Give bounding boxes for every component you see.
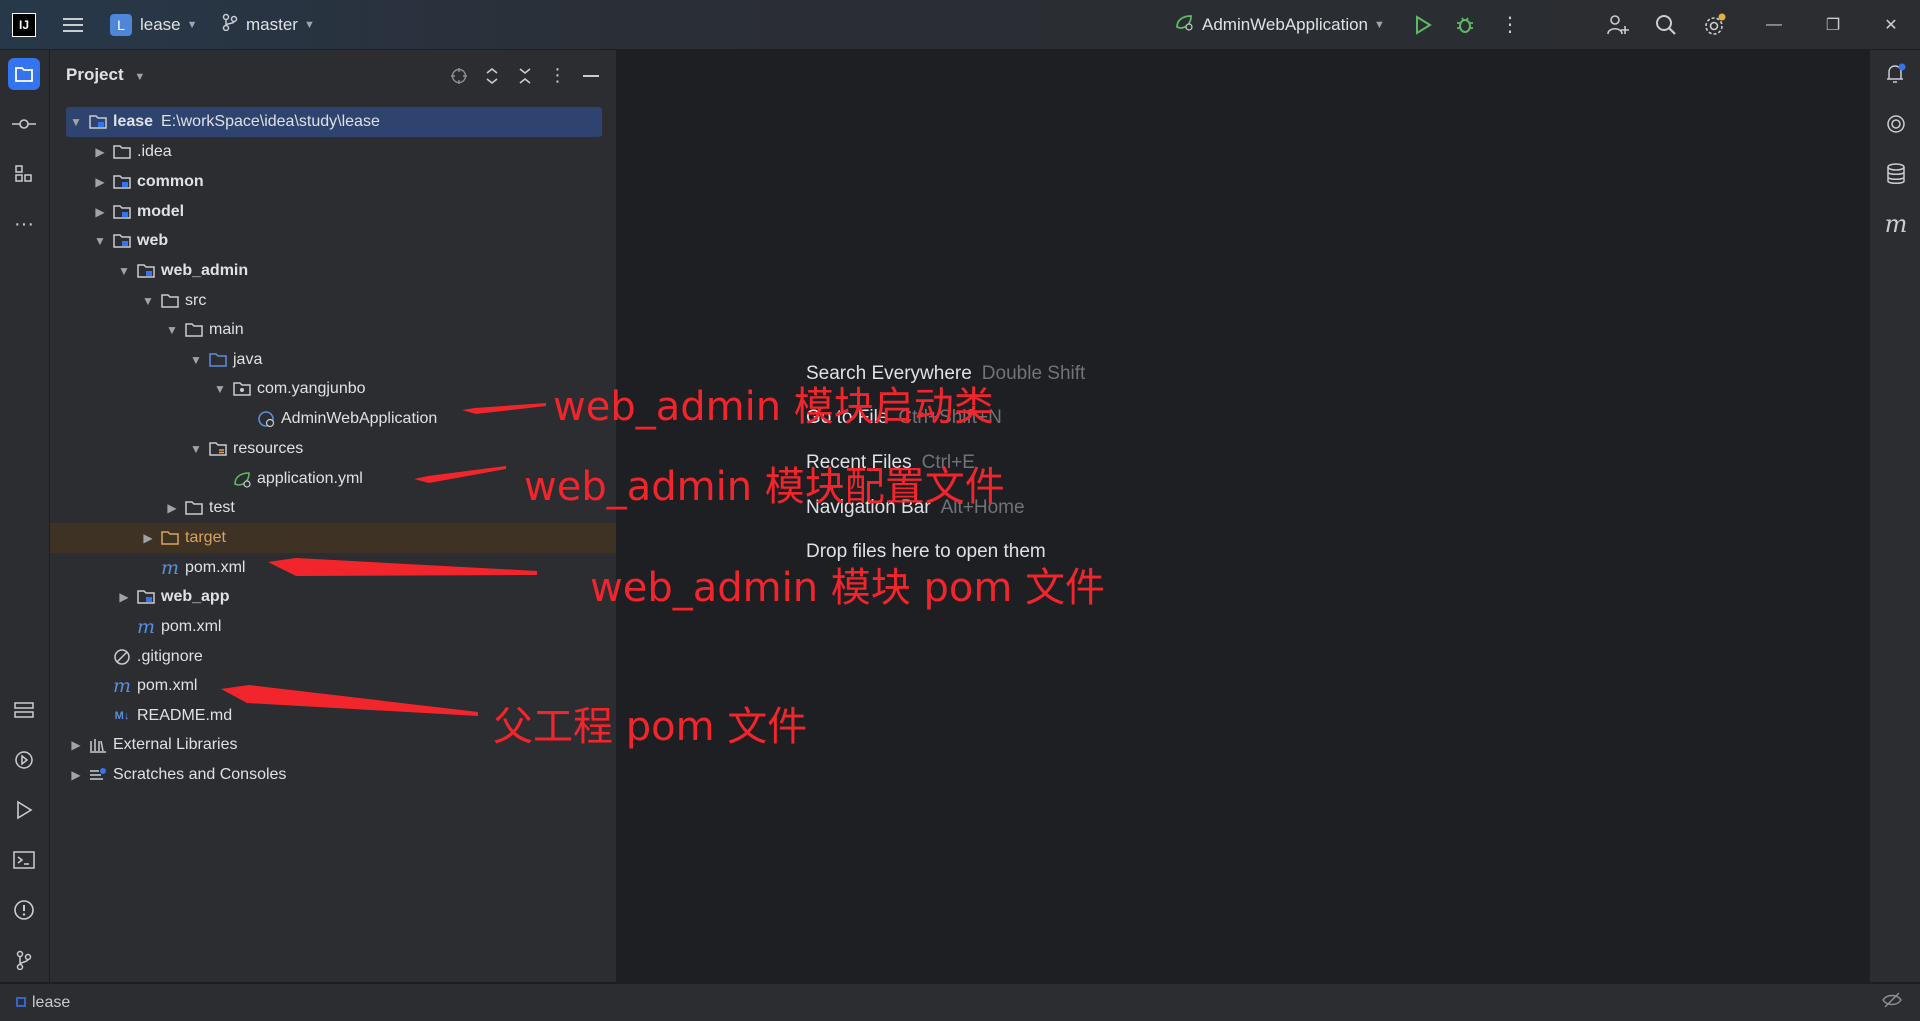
- arrow-startup-class: [462, 403, 546, 414]
- annotation-parent-pom: 父工程 pom 文件: [493, 704, 808, 750]
- annotation-config-file: web_admin 模块配置文件: [524, 464, 1005, 510]
- annotation-startup-class: web_admin 模块启动类: [553, 384, 994, 430]
- arrow-parent-pom: [221, 685, 478, 716]
- annotation-module-pom: web_admin 模块 pom 文件: [590, 565, 1106, 611]
- status-project-name[interactable]: lease: [32, 994, 70, 1012]
- arrow-module-pom: [268, 558, 537, 576]
- arrow-config-file: [414, 466, 506, 483]
- status-bar: lease: [0, 983, 1920, 1021]
- module-icon: [16, 994, 26, 1012]
- no-inspections-eye-icon[interactable]: [1882, 992, 1902, 1013]
